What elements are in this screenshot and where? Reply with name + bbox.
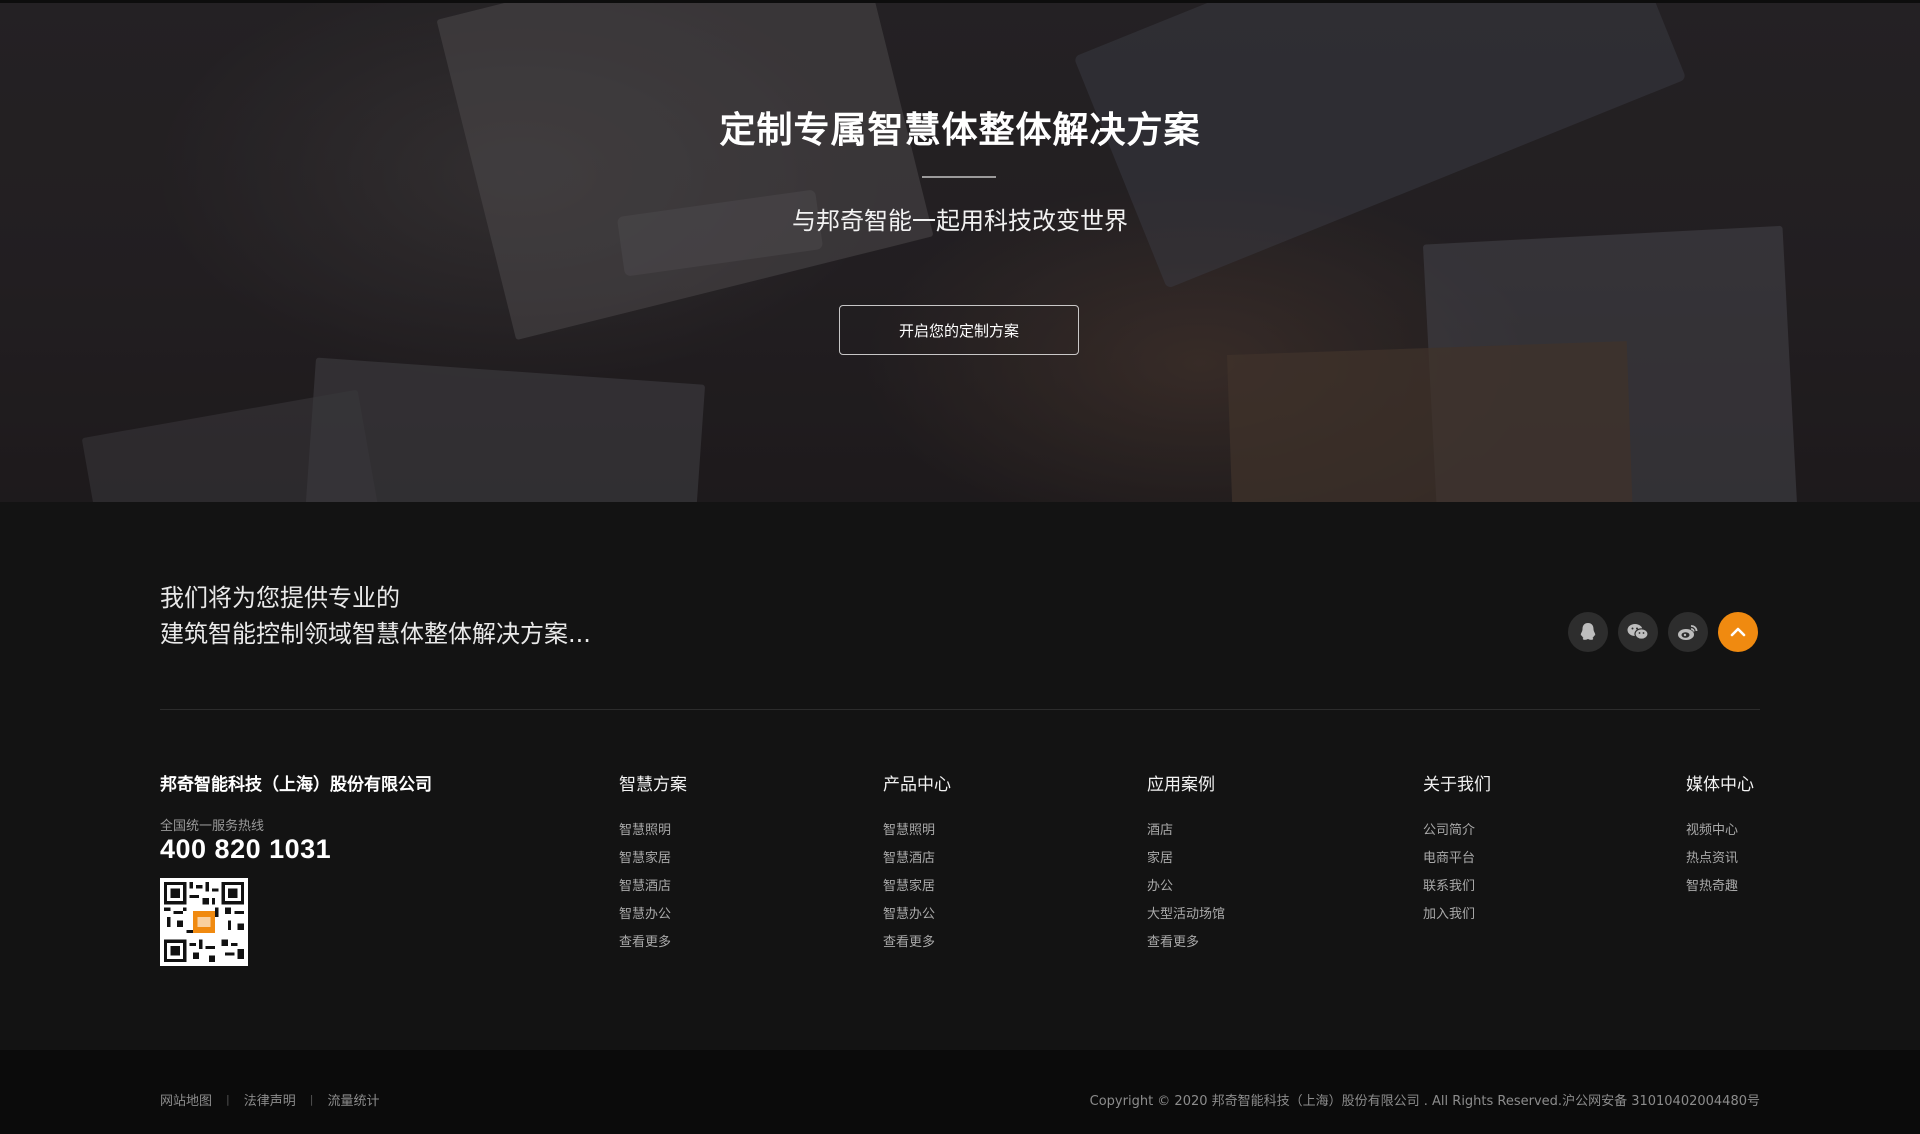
footer-link[interactable]: 查看更多 — [883, 929, 951, 957]
slogan-line-2: 建筑智能控制领域智慧体整体解决方案... — [160, 620, 591, 648]
footer-link[interactable]: 智热奇趣 — [1686, 873, 1754, 901]
footer-link[interactable]: 公司简介 — [1423, 817, 1491, 845]
footer-column-about: 关于我们 公司简介 电商平台 联系我们 加入我们 — [1423, 770, 1491, 929]
footer-divider — [160, 709, 1760, 710]
footer-link[interactable]: 加入我们 — [1423, 901, 1491, 929]
column-title: 关于我们 — [1423, 775, 1491, 795]
slogan-line-1: 我们将为您提供专业的 — [160, 584, 400, 612]
footer: 我们将为您提供专业的 建筑智能控制领域智慧体整体解决方案... 邦奇智能科技（上… — [0, 502, 1920, 1050]
footer-link[interactable]: 热点资讯 — [1686, 845, 1754, 873]
footer-link[interactable]: 智慧家居 — [619, 845, 687, 873]
company-name: 邦奇智能科技（上海）股份有限公司 — [160, 775, 432, 795]
social-links — [1568, 612, 1758, 652]
footer-link[interactable]: 查看更多 — [619, 929, 687, 957]
footer-slogan: 我们将为您提供专业的 建筑智能控制领域智慧体整体解决方案... — [160, 580, 591, 652]
separator: | — [309, 1093, 314, 1106]
footer-link[interactable]: 智慧办公 — [619, 901, 687, 929]
footer-link[interactable]: 酒店 — [1147, 817, 1225, 845]
footer-link[interactable]: 智慧酒店 — [883, 845, 951, 873]
footer-link[interactable]: 大型活动场馆 — [1147, 901, 1225, 929]
hotline-label: 全国统一服务热线 — [160, 819, 265, 834]
bottom-links: 网站地图 | 法律声明 | 流量统计 — [160, 1090, 379, 1109]
footer-link[interactable]: 智慧酒店 — [619, 873, 687, 901]
footer-link[interactable]: 智慧照明 — [619, 817, 687, 845]
hero-overlay — [0, 3, 1920, 502]
hotline-number: 400 820 1031 — [160, 834, 332, 864]
footer-column-solutions: 智慧方案 智慧照明 智慧家居 智慧酒店 智慧办公 查看更多 — [619, 770, 687, 957]
back-to-top-icon[interactable] — [1718, 612, 1758, 652]
qr-code — [160, 878, 248, 966]
copyright-text: Copyright © 2020 邦奇智能科技（上海）股份有限公司 . All … — [1089, 1094, 1760, 1109]
hero-banner: 定制专属智慧体整体解决方案 与邦奇智能一起用科技改变世界 开启您的定制方案 — [0, 0, 1920, 502]
custom-solution-button[interactable]: 开启您的定制方案 — [839, 305, 1079, 355]
legal-link[interactable]: 法律声明 — [244, 1090, 296, 1109]
weibo-icon[interactable] — [1668, 612, 1708, 652]
footer-column-products: 产品中心 智慧照明 智慧酒店 智慧家居 智慧办公 查看更多 — [883, 770, 951, 957]
sitemap-link[interactable]: 网站地图 — [160, 1090, 212, 1109]
footer-link[interactable]: 联系我们 — [1423, 873, 1491, 901]
wechat-icon[interactable] — [1618, 612, 1658, 652]
footer-link[interactable]: 智慧照明 — [883, 817, 951, 845]
footer-link[interactable]: 查看更多 — [1147, 929, 1225, 957]
footer-link[interactable]: 智慧办公 — [883, 901, 951, 929]
column-title: 产品中心 — [883, 775, 951, 795]
column-title: 应用案例 — [1147, 775, 1215, 795]
hero-title: 定制专属智慧体整体解决方案 — [719, 110, 1201, 151]
separator: | — [226, 1093, 230, 1106]
hero-subtitle: 与邦奇智能一起用科技改变世界 — [792, 207, 1128, 235]
footer-link[interactable]: 视频中心 — [1686, 817, 1754, 845]
footer-link[interactable]: 家居 — [1147, 845, 1225, 873]
footer-link[interactable]: 电商平台 — [1423, 845, 1491, 873]
qq-icon[interactable] — [1568, 612, 1608, 652]
footer-column-media: 媒体中心 视频中心 热点资讯 智热奇趣 — [1686, 770, 1754, 901]
column-title: 媒体中心 — [1686, 775, 1754, 795]
footer-column-cases: 应用案例 酒店 家居 办公 大型活动场馆 查看更多 — [1147, 770, 1225, 957]
hero-divider — [922, 176, 996, 178]
bottom-bar: 网站地图 | 法律声明 | 流量统计 Copyright © 2020 邦奇智能… — [0, 1050, 1920, 1134]
footer-link[interactable]: 办公 — [1147, 873, 1225, 901]
column-title: 智慧方案 — [619, 775, 687, 795]
traffic-stats-link[interactable]: 流量统计 — [327, 1090, 379, 1109]
footer-link[interactable]: 智慧家居 — [883, 873, 951, 901]
